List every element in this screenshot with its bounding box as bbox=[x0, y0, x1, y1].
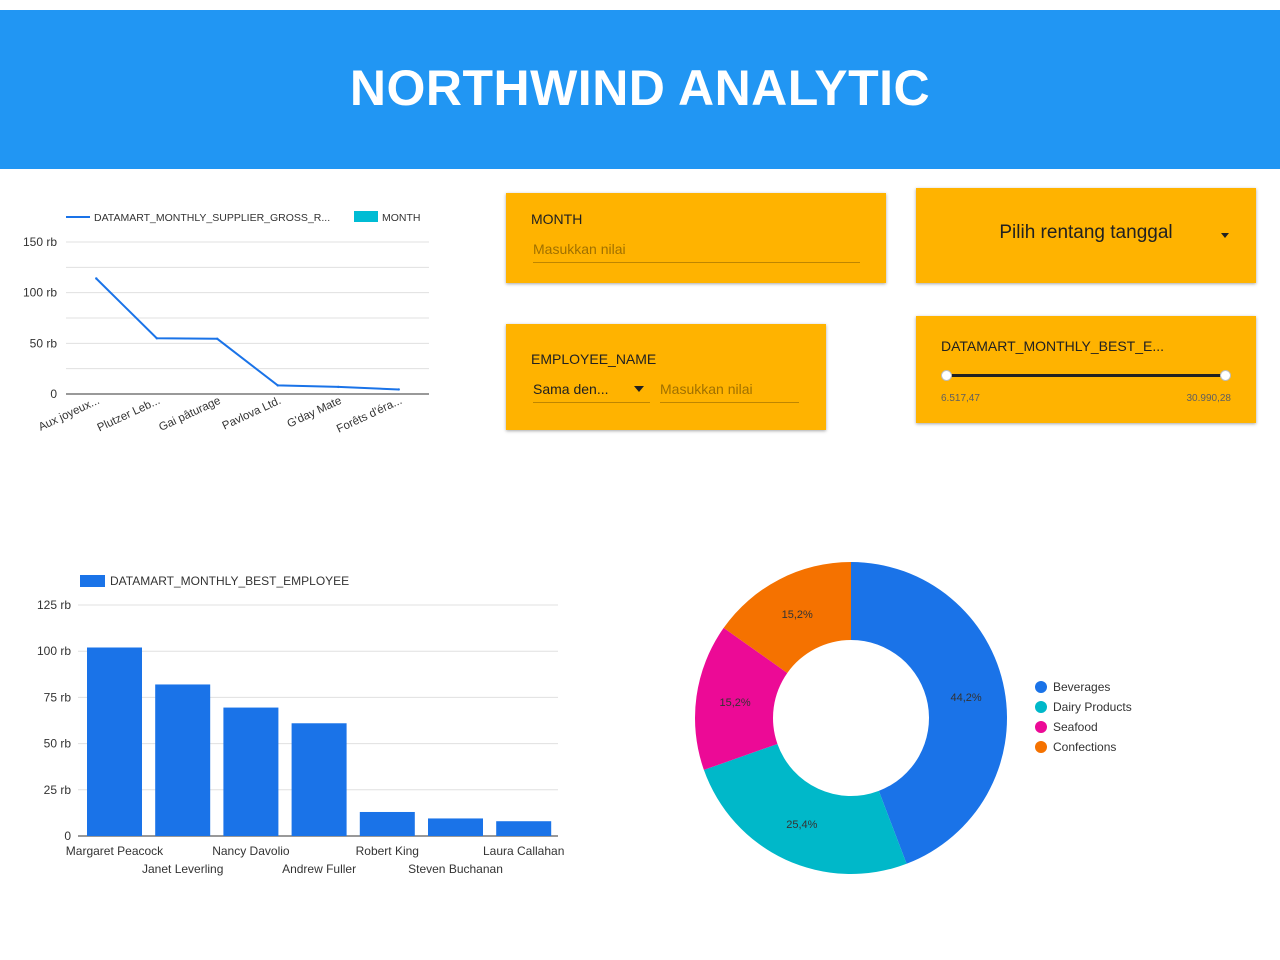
bar bbox=[223, 707, 279, 836]
x-tick-label: Forêts d'éra... bbox=[335, 395, 404, 436]
slider-min-value: 6.517,47 bbox=[941, 393, 980, 404]
x-tick-label: Aux joyeux... bbox=[37, 395, 102, 434]
slider-label: DATAMART_MONTHLY_BEST_E... bbox=[941, 338, 1165, 354]
legend-label: DATAMART_MONTHLY_SUPPLIER_GROSS_R... bbox=[94, 212, 330, 224]
slider-max-handle[interactable] bbox=[1220, 370, 1231, 381]
pie-slice bbox=[703, 743, 907, 874]
operator-value: Sama den... bbox=[533, 381, 609, 397]
slice-label: 44,2% bbox=[950, 692, 981, 704]
x-tick-label: Gai pâturage bbox=[157, 395, 222, 434]
legend-dot bbox=[1035, 741, 1047, 753]
date-range-label: Pilih rentang tanggal bbox=[999, 222, 1173, 243]
best-employee-slider-panel: DATAMART_MONTHLY_BEST_E... 6.517,47 30.9… bbox=[916, 316, 1256, 423]
legend-label: Beverages bbox=[1053, 680, 1110, 694]
bar bbox=[155, 684, 211, 836]
data-point bbox=[95, 277, 98, 280]
y-tick-label: 75 rb bbox=[44, 690, 72, 704]
employee-name-operator-select[interactable]: Sama den... bbox=[533, 381, 650, 403]
month-filter-input[interactable]: Masukkan nilai bbox=[533, 241, 860, 263]
y-tick-label: 0 bbox=[50, 387, 57, 401]
series-line bbox=[95, 277, 399, 391]
dropdown-arrow-icon bbox=[1221, 233, 1229, 238]
y-tick-label: 100 rb bbox=[37, 644, 71, 658]
legend-swatch bbox=[80, 575, 105, 587]
y-tick-label: 50 rb bbox=[30, 336, 58, 350]
bar bbox=[291, 723, 347, 836]
slice-label: 15,2% bbox=[720, 697, 751, 709]
bar bbox=[428, 818, 483, 836]
data-point bbox=[276, 384, 279, 387]
dropdown-arrow-icon bbox=[634, 386, 644, 392]
data-point bbox=[155, 337, 158, 340]
supplier-gross-line-chart: DATAMART_MONTHLY_SUPPLIER_GROSS_R... MONT… bbox=[23, 211, 429, 436]
employee-name-filter-panel: EMPLOYEE_NAME Sama den... Masukkan nilai bbox=[506, 324, 826, 430]
bar bbox=[496, 821, 552, 836]
employee-name-input[interactable]: Masukkan nilai bbox=[660, 381, 799, 403]
y-tick-label: 150 rb bbox=[23, 235, 57, 249]
legend-label: DATAMART_MONTHLY_BEST_EMPLOYEE bbox=[110, 574, 349, 588]
x-tick-label: Janet Leverling bbox=[142, 862, 223, 876]
x-tick-label: Margaret Peacock bbox=[66, 844, 164, 858]
legend-label: Dairy Products bbox=[1053, 700, 1132, 714]
bar bbox=[359, 811, 415, 836]
legend-dot bbox=[1035, 681, 1047, 693]
slice-label: 25,4% bbox=[786, 819, 817, 831]
date-range-picker[interactable]: Pilih rentang tanggal bbox=[916, 188, 1256, 283]
x-tick-label: Robert King bbox=[356, 844, 419, 858]
legend-label: Seafood bbox=[1053, 720, 1098, 734]
legend-dot bbox=[1035, 701, 1047, 713]
best-employee-bar-chart: DATAMART_MONTHLY_BEST_EMPLOYEE 125 rb 100 … bbox=[37, 574, 564, 876]
slice-label: 15,2% bbox=[782, 609, 813, 621]
x-tick-label: Plutzer Leb... bbox=[96, 395, 162, 435]
x-tick-label: Pavlova Ltd. bbox=[221, 395, 283, 433]
month-filter-label: MONTH bbox=[531, 211, 583, 227]
data-point bbox=[397, 388, 400, 391]
x-tick-label: Nancy Davolio bbox=[212, 844, 290, 858]
slider-track[interactable] bbox=[946, 374, 1225, 377]
legend-dot bbox=[1035, 721, 1047, 733]
x-tick-label: Laura Callahan bbox=[483, 844, 564, 858]
y-tick-label: 100 rb bbox=[23, 286, 57, 300]
y-tick-label: 125 rb bbox=[37, 598, 71, 612]
month-filter-panel: MONTH Masukkan nilai bbox=[506, 193, 886, 283]
x-tick-label: Steven Buchanan bbox=[408, 862, 503, 876]
y-tick-label: 50 rb bbox=[44, 737, 72, 751]
slider-min-handle[interactable] bbox=[941, 370, 952, 381]
slider-max-value: 30.990,28 bbox=[1186, 393, 1232, 404]
y-tick-label: 25 rb bbox=[44, 783, 72, 797]
data-point bbox=[337, 385, 340, 389]
legend-swatch bbox=[354, 211, 378, 222]
data-point bbox=[216, 337, 219, 340]
y-tick-label: 0 bbox=[64, 829, 71, 843]
legend-label: MONTH bbox=[382, 212, 421, 224]
employee-name-filter-label: EMPLOYEE_NAME bbox=[531, 351, 657, 367]
category-donut-chart: 44,2% 25,4% 15,2% 15,2% Beverages Dairy Produ… bbox=[695, 562, 1132, 874]
legend-label: Confections bbox=[1053, 740, 1116, 754]
x-tick-label: Andrew Fuller bbox=[282, 862, 356, 876]
bar bbox=[87, 647, 142, 836]
